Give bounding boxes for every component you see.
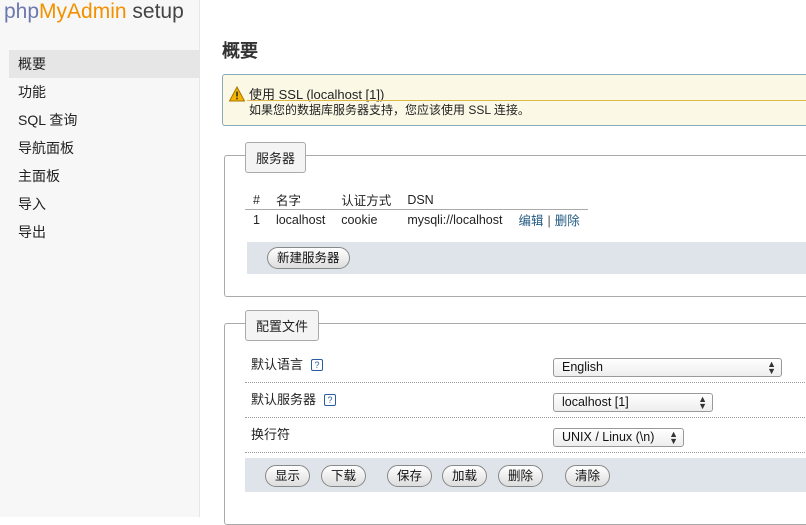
sidebar-item-main-panel[interactable]: 主面板 — [9, 162, 199, 190]
servers-legend: 服务器 — [245, 142, 307, 173]
select-arrows-icon: ▲ ▼ — [669, 429, 678, 446]
column-header-actions — [510, 190, 588, 210]
sidebar-nav: 概要 功能 SQL 查询 导航面板 主面板 导入 导出 — [9, 50, 199, 246]
ssl-notice: 使用 SSL (localhost [1]) 如果您的数据库服务器支持，您应该使… — [222, 74, 806, 126]
main-content: 概要 使用 SSL (localhost [1]) 如果您的数据库服务器支持，您… — [200, 0, 806, 525]
column-header-name: 名字 — [267, 190, 334, 210]
column-header-auth: 认证方式 — [333, 190, 400, 210]
sidebar: phpMyAdmin setup 概要 功能 SQL 查询 导航面板 主面板 导… — [0, 0, 200, 517]
default-server-label: 默认服务器? — [251, 389, 337, 408]
default-server-row: 默认服务器? localhost [1] ▲ ▼ — [245, 382, 806, 418]
default-server-select[interactable]: localhost [1] ▲ ▼ — [553, 393, 713, 412]
servers-fieldset: 服务器 # 名字 认证方式 DSN 1 localhost cookie mys… — [224, 142, 806, 297]
server-number: 1 — [253, 212, 260, 227]
select-arrows-icon: ▲ ▼ — [767, 359, 776, 376]
config-actions-bar: 显示 下载 保存 加载 删除 清除 — [245, 458, 806, 492]
delete-server-link[interactable]: 删除 — [555, 214, 580, 228]
table-row: 1 localhost cookie mysqli://localhost 编辑… — [245, 210, 588, 230]
new-server-button[interactable]: 新建服务器 — [267, 247, 350, 269]
notice-message: 如果您的数据库服务器支持，您应该使用 SSL 连接。 — [249, 103, 530, 117]
sidebar-item-features[interactable]: 功能 — [9, 78, 199, 106]
sidebar-item-sql-queries[interactable]: SQL 查询 — [9, 106, 199, 134]
clear-button[interactable]: 清除 — [565, 465, 611, 487]
display-button[interactable]: 显示 — [265, 465, 311, 487]
action-separator: | — [547, 214, 551, 228]
servers-actions-bar: 新建服务器 — [247, 242, 806, 274]
delete-button[interactable]: 删除 — [498, 465, 544, 487]
table-header-row: # 名字 认证方式 DSN — [245, 190, 588, 210]
line-ending-label: 换行符 — [251, 427, 291, 442]
page-title: 概要 — [222, 41, 258, 61]
server-name: localhost — [275, 212, 326, 227]
servers-table: # 名字 认证方式 DSN 1 localhost cookie mysqli:… — [245, 190, 588, 229]
sidebar-item-navigation-panel[interactable]: 导航面板 — [9, 134, 199, 162]
load-button[interactable]: 加载 — [442, 465, 488, 487]
sidebar-item-overview[interactable]: 概要 — [9, 50, 199, 78]
default-language-row: 默认语言? English ▲ ▼ — [245, 347, 806, 383]
sidebar-item-export[interactable]: 导出 — [9, 218, 199, 246]
edit-server-link[interactable]: 编辑 — [519, 214, 544, 228]
line-ending-select[interactable]: UNIX / Linux (\n) ▲ ▼ — [553, 428, 684, 447]
save-button[interactable]: 保存 — [387, 465, 433, 487]
server-dsn: mysqli://localhost — [407, 212, 503, 227]
download-button[interactable]: 下载 — [321, 465, 367, 487]
default-language-label: 默认语言? — [251, 354, 324, 373]
sidebar-item-import[interactable]: 导入 — [9, 190, 199, 218]
config-file-fieldset: 配置文件 默认语言? English ▲ ▼ 默认服务器? localhost [1… — [224, 310, 806, 525]
column-header-number: # — [245, 190, 268, 210]
server-actions: 编辑 | 删除 — [511, 210, 588, 230]
help-icon[interactable]: ? — [311, 359, 324, 371]
column-header-dsn: DSN — [399, 190, 511, 210]
warning-icon — [229, 86, 245, 102]
help-icon[interactable]: ? — [324, 394, 337, 406]
default-language-select[interactable]: English ▲ ▼ — [553, 358, 782, 377]
server-auth: cookie — [341, 212, 378, 227]
line-ending-row: 换行符 UNIX / Linux (\n) ▲ ▼ — [245, 417, 806, 453]
config-file-legend: 配置文件 — [245, 310, 320, 341]
phpmyadmin-setup-logo[interactable]: phpMyAdmin setup — [4, 0, 184, 24]
select-arrows-icon: ▲ ▼ — [698, 394, 707, 411]
